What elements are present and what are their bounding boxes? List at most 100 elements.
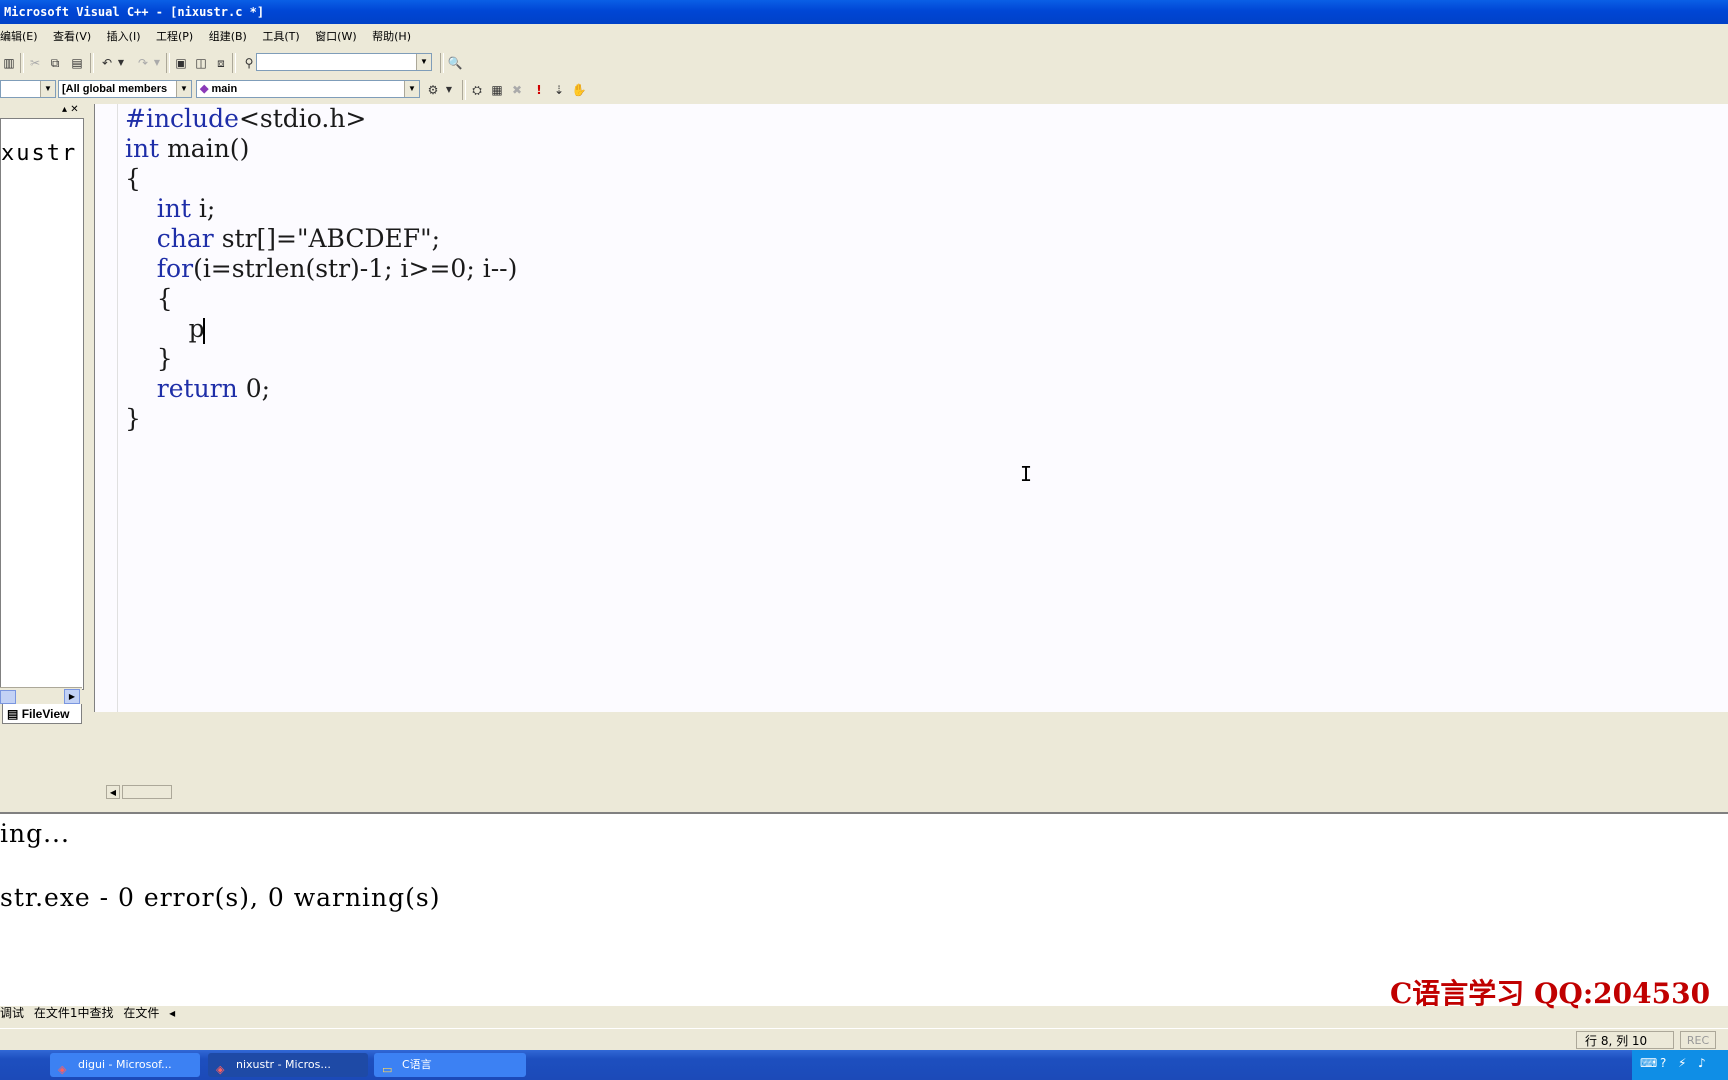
text-caret	[202, 317, 205, 344]
menu-help[interactable]: 帮助(H)	[372, 30, 411, 43]
vc-app-icon: ◈	[216, 1063, 225, 1076]
execute-icon[interactable]: !	[530, 81, 548, 99]
scroll-thumb[interactable]	[0, 690, 16, 704]
keyboard-icon[interactable]: ⌨	[1640, 1056, 1657, 1070]
editor-gutter	[103, 104, 118, 712]
search-icon[interactable]: 🔍	[446, 54, 464, 72]
stop-build-icon[interactable]: ✖	[508, 81, 526, 99]
scroll-thumb[interactable]	[122, 785, 172, 799]
taskbar-item-nixustr[interactable]: ◈ nixustr - Micros...	[208, 1053, 368, 1077]
include-target: <stdio.h>	[238, 104, 367, 133]
undo-dropdown-icon[interactable]: ▼	[112, 54, 130, 72]
code-line: for(i=strlen(str)-1; i>=0; i--)	[156, 254, 518, 283]
class-scope-combo[interactable]: ▼	[0, 80, 56, 98]
menu-tools[interactable]: 工具(T)	[262, 30, 299, 43]
code-line: char str[]="ABCDEF";	[156, 224, 441, 253]
save-all-icon[interactable]: ▥	[0, 54, 18, 72]
toolbar-separator	[20, 53, 24, 73]
toolbar-separator	[166, 53, 170, 73]
menu-window[interactable]: 窗口(W)	[315, 30, 356, 43]
chevron-down-icon[interactable]: ▼	[176, 81, 191, 97]
code-line: }	[125, 344, 173, 373]
toolbar-separator	[440, 53, 444, 73]
chevron-down-icon[interactable]: ▼	[404, 81, 419, 97]
system-tray: ⌨ ? ⚡ ♪	[1632, 1050, 1728, 1080]
menu-insert[interactable]: 插入(I)	[107, 30, 141, 43]
title-bar: Microsoft Visual C++ - [nixustr.c *]	[0, 0, 1728, 24]
close-icon[interactable]: ▴ ✕	[62, 104, 79, 115]
watermark: C语言学习 QQ:204530	[1390, 977, 1711, 1010]
scroll-right-icon[interactable]: ▶	[64, 689, 80, 704]
output-tabs: 调试 在文件1中查找 在文件 ◂	[0, 1004, 290, 1022]
folder-icon: ▭	[382, 1063, 393, 1076]
scroll-left-icon[interactable]: ◀	[106, 785, 120, 799]
breakpoint-hand-icon[interactable]: ✋	[570, 81, 588, 99]
members-combo[interactable]: [All global members ▼	[58, 80, 192, 98]
code-line: {	[125, 164, 141, 193]
menu-project[interactable]: 工程(P)	[156, 30, 193, 43]
status-bar: 行 8, 列 10 REC	[0, 1028, 1728, 1051]
ibeam-cursor-icon: I	[1020, 462, 1033, 486]
tab-fileview-label: FileView	[21, 707, 70, 721]
taskbar-item-label: digui - Microsof...	[78, 1058, 172, 1071]
function-combo-value: main	[211, 83, 238, 95]
fileview-icon: ▤	[7, 707, 19, 721]
output-line: ing...	[0, 819, 70, 848]
code-text[interactable]: #include<stdio.h> int main() { int i; ch…	[125, 104, 517, 434]
output-window-icon[interactable]: ◫	[192, 54, 210, 72]
taskbar-item-folder[interactable]: ▭ C语言	[374, 1053, 526, 1077]
toolbar-separator	[90, 53, 94, 73]
vc-app-icon: ◈	[58, 1063, 67, 1076]
function-icon: ◆	[200, 83, 209, 95]
help-icon[interactable]: ?	[1660, 1056, 1666, 1070]
compile-icon[interactable]: ⛭	[468, 81, 486, 99]
workspace-scrollbar[interactable]: ▶	[0, 687, 82, 704]
toolbar-separator	[462, 80, 466, 100]
chevron-down-icon[interactable]: ▼	[40, 81, 55, 97]
taskbar-item-digui[interactable]: ◈ digui - Microsof...	[50, 1053, 200, 1077]
function-combo[interactable]: ◆ main ▼	[196, 80, 420, 98]
workspace-icon[interactable]: ▣	[172, 54, 190, 72]
redo-dropdown-icon[interactable]: ▼	[148, 54, 166, 72]
menu-build[interactable]: 组建(B)	[209, 30, 247, 43]
code-line: #include<stdio.h>	[125, 104, 367, 133]
code-line: int main()	[125, 134, 250, 163]
rec-indicator: REC	[1680, 1031, 1716, 1049]
tab-fileview[interactable]: ▤ FileView	[2, 704, 82, 724]
tab-find-in-files-2[interactable]: 在文件	[123, 1006, 159, 1020]
chevron-down-icon[interactable]: ▼	[440, 81, 458, 99]
tab-debug[interactable]: 调试	[0, 1006, 24, 1020]
tree-item-project[interactable]: xustr	[1, 141, 77, 166]
toolbar-separator	[232, 53, 236, 73]
standard-toolbar: ▥ ✂ ⧉ ▤ ↶ ▼ ↷ ▼ ▣ ◫ ⧈ ⚲ ▼ 🔍	[0, 50, 1728, 76]
code-line: return 0;	[156, 374, 271, 403]
editor-scrollbar[interactable]: ◀	[106, 785, 1728, 799]
build-icon[interactable]: ▦	[488, 81, 506, 99]
taskbar-item-label: C语言	[402, 1058, 432, 1071]
network-icon[interactable]: ⚡	[1678, 1056, 1686, 1070]
paste-icon[interactable]: ▤	[68, 54, 86, 72]
tab-find-in-files-1[interactable]: 在文件1中查找	[34, 1006, 114, 1020]
menu-edit[interactable]: 编辑(E)	[0, 30, 38, 43]
wizard-toolbar: ▼ [All global members ▼ ◆ main ▼ ⚙ ▼ ⛭ ▦…	[0, 77, 1728, 103]
volume-icon[interactable]: ♪	[1698, 1056, 1706, 1070]
cursor-position: 行 8, 列 10	[1576, 1031, 1674, 1049]
workspace-panel: ▴ ✕ xustr ▶ ▤ FileView	[0, 104, 86, 730]
cut-icon[interactable]: ✂	[26, 54, 44, 72]
menu-view[interactable]: 查看(V)	[53, 30, 91, 43]
code-editor[interactable]: #include<stdio.h> int main() { int i; ch…	[94, 104, 1728, 712]
find-combo[interactable]: ▼	[256, 53, 432, 71]
taskbar-item-label: nixustr - Micros...	[236, 1058, 331, 1071]
members-combo-value: [All global members	[62, 83, 168, 95]
output-line: str.exe - 0 error(s), 0 warning(s)	[0, 883, 441, 912]
code-line: {	[125, 284, 173, 313]
window-title: Microsoft Visual C++ - [nixustr.c *]	[4, 5, 265, 19]
tab-scroll-left-icon[interactable]: ◂	[169, 1006, 175, 1020]
window-list-icon[interactable]: ⧈	[212, 54, 230, 72]
menu-bar: 编辑(E) 查看(V) 插入(I) 工程(P) 组建(B) 工具(T) 窗口(W…	[0, 26, 1728, 48]
chevron-down-icon[interactable]: ▼	[416, 54, 431, 70]
copy-icon[interactable]: ⧉	[46, 54, 64, 72]
go-icon[interactable]: ⇣	[550, 81, 568, 99]
file-tree: xustr	[0, 118, 84, 690]
code-line: p	[125, 314, 205, 343]
